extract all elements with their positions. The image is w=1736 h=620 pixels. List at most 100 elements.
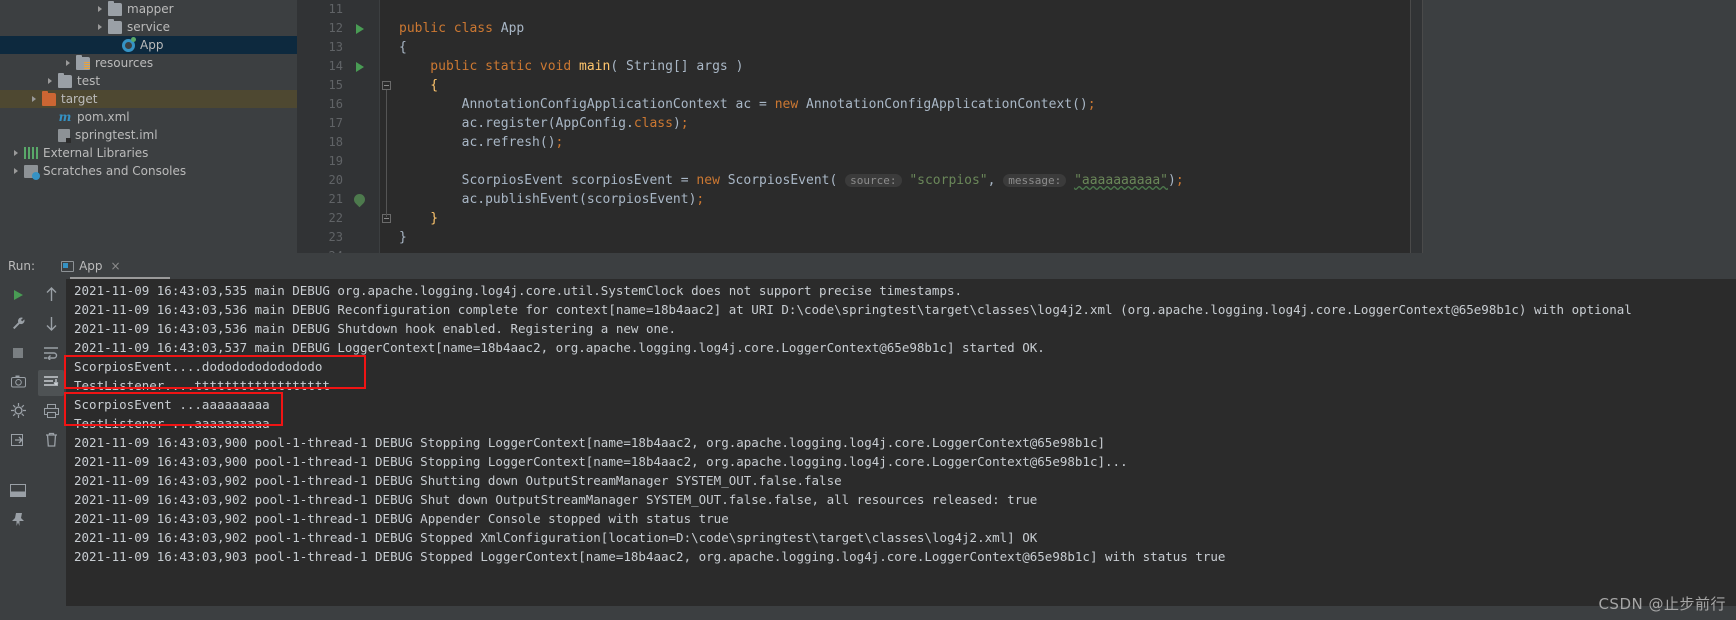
- console-line[interactable]: 2021-11-09 16:43:03,902 pool-1-thread-1 …: [66, 528, 1736, 547]
- tree-item-app[interactable]: App: [0, 36, 297, 54]
- spring-bean-icon[interactable]: [349, 190, 379, 209]
- settings-button[interactable]: [5, 312, 31, 338]
- console-line[interactable]: 2021-11-09 16:43:03,535 main DEBUG org.a…: [66, 281, 1736, 300]
- project-tree-panel[interactable]: mapper service App resources test target m pom.…: [0, 0, 297, 253]
- code-line[interactable]: AnnotationConfigApplicationContext ac = …: [399, 95, 1410, 114]
- chevron-right-icon[interactable]: [30, 95, 39, 104]
- scroll-to-end-button[interactable]: [38, 370, 64, 396]
- chevron-right-icon[interactable]: [110, 41, 119, 50]
- code-line[interactable]: public class App: [399, 19, 1410, 38]
- code-token: ): [1168, 173, 1176, 188]
- code-token: {: [399, 78, 439, 93]
- editor-error-stripe[interactable]: [1410, 0, 1422, 253]
- soft-wrap-button[interactable]: [38, 341, 64, 367]
- run-gutter-icon[interactable]: [349, 19, 379, 38]
- clear-all-button[interactable]: [38, 428, 64, 454]
- console-line[interactable]: 2021-11-09 16:43:03,902 pool-1-thread-1 …: [66, 509, 1736, 528]
- run-body: 2021-11-09 16:43:03,535 main DEBUG org.a…: [0, 279, 1736, 606]
- code-token: void: [539, 59, 580, 74]
- stop-icon: [12, 347, 24, 362]
- console-line[interactable]: 2021-11-09 16:43:03,536 main DEBUG Shutd…: [66, 319, 1736, 338]
- console-output[interactable]: 2021-11-09 16:43:03,535 main DEBUG org.a…: [66, 279, 1736, 606]
- pin-button[interactable]: [5, 508, 31, 534]
- tree-item-pom-xml[interactable]: m pom.xml: [0, 108, 297, 126]
- code-line[interactable]: [399, 0, 1410, 19]
- scroll-up-button[interactable]: [38, 283, 64, 309]
- code-line[interactable]: [399, 152, 1410, 171]
- chevron-right-icon[interactable]: [12, 167, 21, 176]
- dump-threads-button[interactable]: [5, 399, 31, 425]
- code-line[interactable]: {: [399, 38, 1410, 57]
- run-console-toolbar[interactable]: [36, 279, 66, 606]
- chevron-right-icon[interactable]: [46, 131, 55, 140]
- code-token: ac.publishEvent(scorpiosEvent): [399, 192, 697, 207]
- screenshot-button[interactable]: [5, 370, 31, 396]
- layout-button[interactable]: [5, 479, 31, 505]
- code-line[interactable]: ScorpiosEvent scorpiosEvent = new Scorpi…: [399, 171, 1410, 190]
- chevron-right-icon[interactable]: [46, 113, 55, 122]
- run-gutter-icon[interactable]: [356, 24, 364, 34]
- editor-gutter-markers[interactable]: [349, 0, 379, 253]
- line-number: 17: [328, 116, 343, 130]
- chevron-right-icon[interactable]: [96, 5, 105, 14]
- tree-item-external-libraries[interactable]: External Libraries: [0, 144, 297, 162]
- console-line[interactable]: ScorpiosEvent....dodododododododo: [66, 357, 1736, 376]
- restore-layout-button[interactable]: [5, 428, 31, 454]
- fold-collapse-icon[interactable]: [382, 81, 391, 90]
- maven-icon: m: [58, 110, 72, 124]
- tree-item-target[interactable]: target: [0, 90, 297, 108]
- code-line[interactable]: public static void main( String[] args ): [399, 57, 1410, 76]
- gutter-blank: [349, 76, 379, 95]
- tree-item-service[interactable]: service: [0, 18, 297, 36]
- console-line[interactable]: 2021-11-09 16:43:03,537 main DEBUG Logge…: [66, 338, 1736, 357]
- chevron-right-icon[interactable]: [96, 23, 105, 32]
- code-line[interactable]: }: [399, 228, 1410, 247]
- run-tab-app[interactable]: App ×: [57, 253, 125, 279]
- scroll-down-button[interactable]: [38, 312, 64, 338]
- console-line[interactable]: 2021-11-09 16:43:03,903 pool-1-thread-1 …: [66, 547, 1736, 566]
- code-token: ac.refresh(): [399, 135, 556, 150]
- print-button[interactable]: [38, 399, 64, 425]
- console-line[interactable]: 2021-11-09 16:43:03,902 pool-1-thread-1 …: [66, 490, 1736, 509]
- line-number: 15: [328, 78, 343, 92]
- chevron-right-icon[interactable]: [46, 77, 55, 86]
- tree-item-scratches-and-consoles[interactable]: Scratches and Consoles: [0, 162, 297, 180]
- console-line[interactable]: 2021-11-09 16:43:03,900 pool-1-thread-1 …: [66, 433, 1736, 452]
- code-token: class: [453, 21, 501, 36]
- line-number: 23: [328, 230, 343, 244]
- console-line[interactable]: 2021-11-09 16:43:03,536 main DEBUG Recon…: [66, 300, 1736, 319]
- spring-bean-icon[interactable]: [351, 191, 368, 208]
- code-editor[interactable]: 1112131415161718192021222324 public clas…: [297, 0, 1422, 253]
- parameter-hint: message:: [1003, 174, 1067, 187]
- code-line[interactable]: {: [399, 76, 1410, 95]
- tree-item-mapper[interactable]: mapper: [0, 0, 297, 18]
- stop-button[interactable]: [5, 341, 31, 367]
- code-token: ac.register(AppConfig.: [399, 116, 634, 131]
- tree-item-springtest-iml[interactable]: springtest.iml: [0, 126, 297, 144]
- tree-item-test[interactable]: test: [0, 72, 297, 90]
- run-gutter-icon[interactable]: [349, 57, 379, 76]
- console-line[interactable]: TestListener ...aaaaaaaaaa: [66, 414, 1736, 433]
- editor-fold-column[interactable]: [379, 0, 393, 253]
- console-line[interactable]: 2021-11-09 16:43:03,902 pool-1-thread-1 …: [66, 471, 1736, 490]
- code-line[interactable]: ac.register(AppConfig.class);: [399, 114, 1410, 133]
- run-left-toolbar[interactable]: [0, 279, 36, 606]
- code-token: ScorpiosEvent(: [727, 173, 838, 188]
- run-gutter-icon[interactable]: [356, 62, 364, 72]
- watermark: CSDN @止步前行: [1598, 595, 1726, 613]
- line-number: 20: [328, 173, 343, 187]
- rerun-button[interactable]: [5, 283, 31, 309]
- code-line[interactable]: }: [399, 209, 1410, 228]
- tree-item-resources[interactable]: resources: [0, 54, 297, 72]
- console-line[interactable]: TestListener....tttttttttttttttttt: [66, 376, 1736, 395]
- scratches-icon: [24, 164, 40, 180]
- code-line[interactable]: ac.refresh();: [399, 133, 1410, 152]
- code-line[interactable]: ac.publishEvent(scorpiosEvent);: [399, 190, 1410, 209]
- chevron-right-icon[interactable]: [12, 149, 21, 158]
- editor-code-area[interactable]: public class App { public static void mai…: [393, 0, 1410, 253]
- console-line[interactable]: 2021-11-09 16:43:03,900 pool-1-thread-1 …: [66, 452, 1736, 471]
- close-icon[interactable]: ×: [111, 259, 121, 273]
- fold-blank: [380, 0, 393, 19]
- console-line[interactable]: ScorpiosEvent ...aaaaaaaaa: [66, 395, 1736, 414]
- chevron-right-icon[interactable]: [64, 59, 73, 68]
